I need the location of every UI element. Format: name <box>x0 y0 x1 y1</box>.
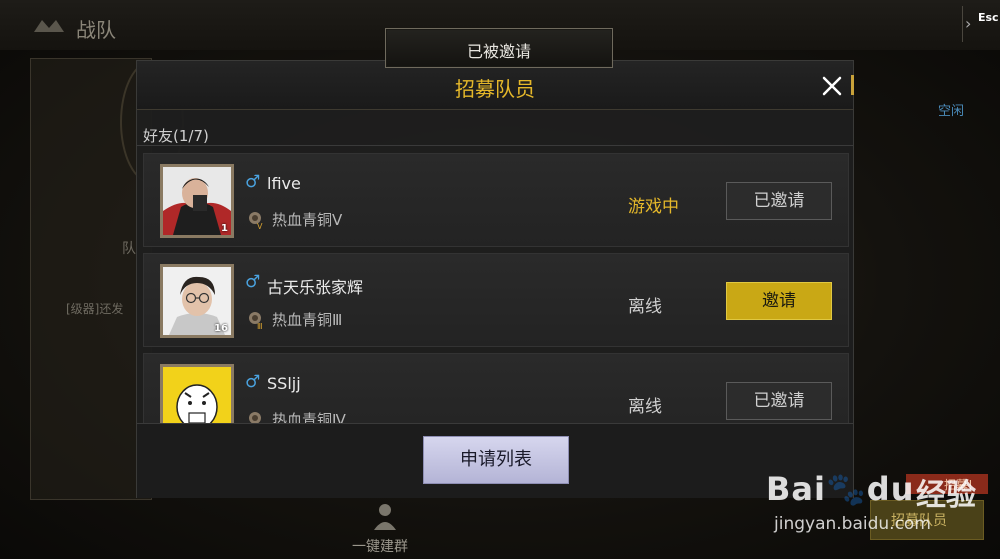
status-text: 离线 <box>628 297 662 317</box>
rank-badge-icon: V <box>249 212 263 230</box>
recruit-dialog: 招募队员 好友(1/7) 1 ♂ lfive V 热血青铜Ⅴ 游戏中 已邀请 1… <box>136 60 854 498</box>
esc-label: Esc <box>978 11 999 24</box>
avatar <box>160 364 234 423</box>
baidu-watermark: Bai🐾du 经验 jingyan.baidu.com <box>766 454 992 554</box>
player-name: 古天乐张家辉 <box>267 278 364 297</box>
invited-button[interactable]: 已邀请 <box>726 182 832 220</box>
avatar: 16 <box>160 264 234 338</box>
friend-row: 1 ♂ lfive V 热血青铜Ⅴ 游戏中 已邀请 <box>143 153 849 247</box>
status-text: 游戏中 <box>628 197 679 217</box>
create-group-button[interactable]: 一键建群 <box>352 536 408 556</box>
divider <box>137 145 853 146</box>
male-icon: ♂ <box>245 372 261 392</box>
close-icon <box>822 76 842 96</box>
invited-toast: 已被邀请 <box>385 28 613 68</box>
player-name: lfive <box>267 174 301 193</box>
player-name: SSljj <box>267 374 301 393</box>
avatar-level: 16 <box>214 323 228 334</box>
invited-button[interactable]: 已邀请 <box>726 382 832 420</box>
header-accent <box>851 75 854 95</box>
friend-row: 16 ♂ 古天乐张家辉 Ⅲ 热血青铜Ⅲ 离线 邀请 <box>143 253 849 347</box>
close-button[interactable] <box>817 71 847 101</box>
dialog-title: 招募队员 <box>455 77 535 101</box>
male-icon: ♂ <box>245 172 261 192</box>
dialog-header: 招募队员 <box>137 61 854 110</box>
baidu-logo: Bai🐾du <box>766 470 915 508</box>
page-title: 战队 <box>76 18 116 42</box>
rank-badge-icon <box>249 412 261 423</box>
watermark-url: jingyan.baidu.com <box>774 514 931 534</box>
svg-text:Ⅲ: Ⅲ <box>257 322 263 330</box>
apply-list-button[interactable]: 申请列表 <box>423 436 569 484</box>
status-text: 离线 <box>628 397 662 417</box>
friend-row: ♂ SSljj 热血青铜Ⅳ 离线 已邀请 <box>143 353 849 423</box>
jingyan-logo: 经验 <box>916 478 976 513</box>
rank-badge-icon: Ⅲ <box>249 312 263 330</box>
avatar: 1 <box>160 164 234 238</box>
friends-list[interactable]: 1 ♂ lfive V 热血青铜Ⅴ 游戏中 已邀请 16 ♂ 古天乐张家辉 Ⅲ … <box>143 153 849 423</box>
team-panel-label: 队 <box>122 241 136 257</box>
avatar-photo <box>163 367 231 423</box>
invited-toast-text: 已被邀请 <box>466 42 531 61</box>
person-icon <box>374 504 396 530</box>
svg-text:V: V <box>257 222 263 230</box>
team-panel-subtext: [级器]还发 <box>66 302 124 316</box>
avatar-level: 1 <box>221 223 228 234</box>
dialog-footer: 申请列表 <box>137 423 853 498</box>
chevron-right-icon: › <box>965 14 972 33</box>
rank-text: 热血青铜Ⅲ <box>272 311 343 329</box>
rank-text: 热血青铜Ⅳ <box>272 411 346 423</box>
rank-text: 热血青铜Ⅴ <box>272 211 343 229</box>
team-emblem-icon <box>34 20 64 32</box>
slot-status: 空闲 <box>938 104 965 119</box>
friends-section-label: 好友(1/7) <box>143 127 209 145</box>
male-icon: ♂ <box>245 272 261 292</box>
invite-button[interactable]: 邀请 <box>726 282 832 320</box>
